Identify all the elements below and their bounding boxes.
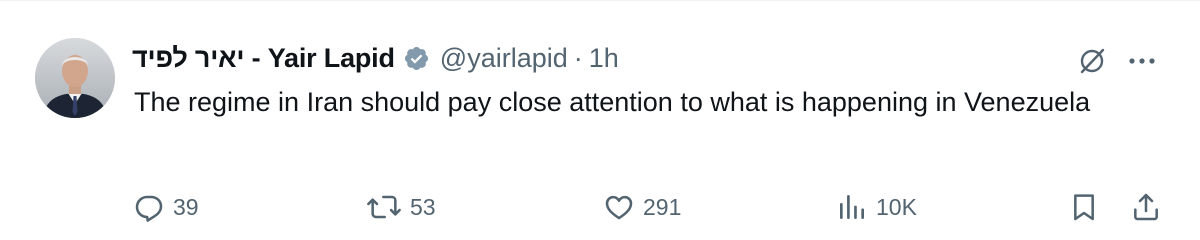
reply-count: 39 — [173, 193, 199, 220]
author-handle[interactable]: @yairlapid — [440, 43, 568, 74]
tweet-timestamp[interactable]: 1h — [589, 43, 619, 74]
author-display-name[interactable]: יאיר לפיד - Yair Lapid — [132, 43, 395, 74]
views-icon — [840, 195, 864, 219]
reply-icon — [135, 195, 163, 222]
more-options-button[interactable] — [1122, 41, 1162, 81]
avatar[interactable] — [35, 38, 115, 118]
heart-icon — [605, 195, 633, 220]
retweet-count: 53 — [410, 193, 436, 220]
share-icon — [1134, 193, 1158, 221]
separator-dot: · — [573, 42, 583, 73]
grok-button[interactable] — [1072, 41, 1112, 81]
tweet-text: The regime in Iran should pay close atte… — [134, 87, 1091, 117]
views-count: 10K — [876, 193, 917, 220]
share-button[interactable] — [1130, 187, 1162, 227]
tweet-actions-bar: 39 53 291 10K — [0, 187, 1200, 227]
like-count: 291 — [643, 193, 682, 220]
verified-badge-icon — [403, 45, 430, 72]
retweet-icon — [367, 195, 401, 219]
reply-button[interactable]: 39 — [133, 187, 199, 227]
views-button[interactable]: 10K — [836, 187, 917, 227]
tweet-card[interactable]: יאיר לפיד - Yair Lapid @yairlapid · 1h T… — [0, 0, 1200, 240]
bookmark-button[interactable] — [1068, 187, 1100, 227]
bookmark-icon — [1074, 194, 1094, 221]
grok-icon — [1080, 48, 1105, 74]
more-icon — [1129, 58, 1155, 64]
like-button[interactable]: 291 — [603, 187, 681, 227]
avatar-image — [35, 38, 115, 118]
tweet-header: יאיר לפיד - Yair Lapid @yairlapid · 1h — [132, 41, 619, 75]
retweet-button[interactable]: 53 — [366, 187, 436, 227]
